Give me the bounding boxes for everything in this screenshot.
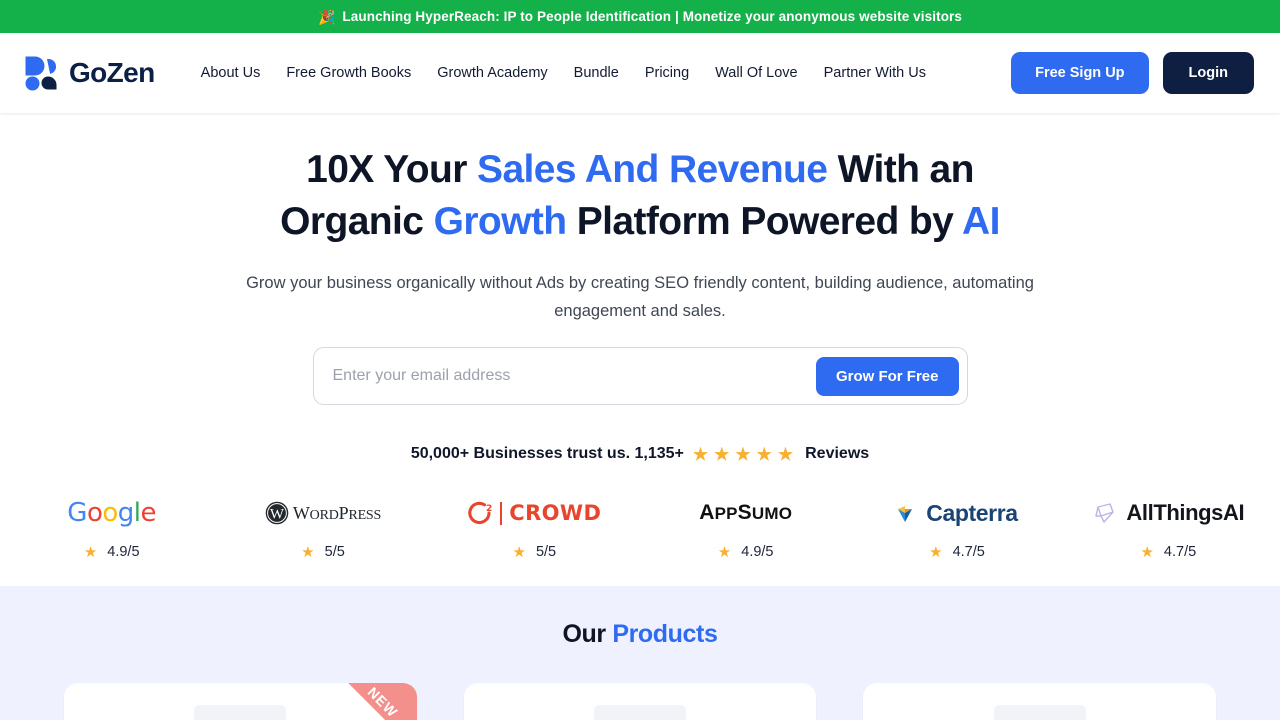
headline-seg: Platform Powered by [566,200,963,243]
product-card-logo-placeholder [993,705,1086,720]
star-icon: ★ [714,444,730,464]
product-card[interactable] [863,683,1216,720]
new-badge-ribbon: NEW [332,683,417,720]
nav-item-pricing[interactable]: Pricing [645,65,689,81]
star-icon: ★ [1140,543,1154,561]
review-cell-wordpress: W WORDPRESS ★ 5/5 [217,496,428,560]
main-nav: About Us Free Growth Books Growth Academ… [201,65,1011,81]
star-icon: ★ [777,444,794,464]
headline-line-2: Organic Growth Platform Powered by AI [0,196,1280,248]
trust-prefix: 50,000+ Businesses trust us. 1,135+ [410,445,684,462]
star-icon: ★ [83,543,98,561]
product-card-logo-placeholder [194,705,287,720]
party-popper-icon: 🎉 [317,8,336,25]
nav-item-partner-with-us[interactable]: Partner With Us [824,65,926,81]
capterra-logo-icon: Capterra [851,496,1062,530]
rating-value: 4.9/5 [107,544,140,560]
rating-google: ★ 4.9/5 [6,544,217,560]
trust-star-rating: ★ ★ ★ ★ ★ [693,446,793,463]
products-section: Our Products NEW [0,586,1280,720]
allthingsai-wordmark: AllThingsAI [1126,500,1245,525]
star-icon: ★ [717,543,732,561]
headline-seg-accent: AI [962,200,1000,243]
review-cell-capterra: Capterra ★ 4.7/5 [851,496,1062,560]
rating-value: 5/5 [324,544,345,560]
review-cell-appsumo: APPSUMO ★ 4.9/5 [640,496,851,560]
rating-capterra: ★ 4.7/5 [851,544,1062,560]
brand-name: GoZen [69,57,155,88]
allthingsai-logo-icon: AllThingsAI [1063,496,1274,530]
star-icon: ★ [929,543,943,561]
svg-text:W: W [270,507,285,523]
review-cell-allthingsai: AllThingsAI ★ 4.7/5 [1063,496,1274,560]
nav-item-wall-of-love[interactable]: Wall Of Love [715,65,797,81]
headline-seg: With an [827,148,975,191]
products-heading-accent: Products [612,620,718,648]
announcement-banner[interactable]: 🎉 Launching HyperReach: IP to People Ide… [0,0,1280,33]
nav-item-free-growth-books[interactable]: Free Growth Books [286,65,411,81]
hero-section: 10X Your Sales And Revenue With an Organ… [0,113,1280,560]
trust-suffix: Reviews [805,445,870,462]
review-cell-google: Google ★ 4.9/5 [6,496,217,560]
rating-appsumo: ★ 4.9/5 [640,544,851,560]
rating-wordpress: ★ 5/5 [217,544,428,560]
brand-logo[interactable]: GoZen [24,55,155,91]
rating-value: 5/5 [535,544,557,560]
review-cell-g2crowd: 2 CROWD ★ 5/5 [429,496,640,560]
nav-item-about-us[interactable]: About Us [201,65,261,81]
products-heading-plain: Our [562,620,613,648]
headline-seg: 10X Your [306,148,478,191]
product-card-grid: NEW [64,683,1216,720]
hero-subheadline: Grow your business organically without A… [246,274,1034,320]
product-card[interactable]: NEW [64,683,417,720]
grow-for-free-button[interactable]: Grow For Free [815,356,959,396]
free-sign-up-button[interactable]: Free Sign Up [1011,52,1149,94]
capterra-wordmark: Capterra [926,499,1018,526]
rating-value: 4.9/5 [741,544,774,560]
rating-value: 4.7/5 [1163,544,1197,560]
star-icon: ★ [692,444,709,464]
nav-item-bundle[interactable]: Bundle [574,65,619,81]
rating-allthingsai: ★ 4.7/5 [1063,544,1274,560]
review-platforms-strip: Google ★ 4.9/5 W WORDPRESS ★ 5/5 2 CROWD… [0,496,1280,560]
star-icon: ★ [756,444,772,464]
new-badge-label: NEW [364,683,401,720]
rating-value: 4.7/5 [952,544,985,560]
star-icon: ★ [512,543,526,561]
headline-seg-accent: Sales And Revenue [477,148,828,191]
page-title: 10X Your Sales And Revenue With an Organ… [0,144,1280,248]
header-actions: Free Sign Up Login [1011,52,1254,94]
nav-item-growth-academy[interactable]: Growth Academy [437,65,547,81]
announcement-text: Launching HyperReach: IP to People Ident… [342,9,963,24]
star-icon: ★ [735,444,751,464]
gozen-logo-mark-icon [24,55,60,91]
trust-line: 50,000+ Businesses trust us. 1,135+ ★ ★ … [0,445,1280,463]
product-card-logo-placeholder [593,705,686,720]
svg-text:2: 2 [486,504,492,514]
product-card[interactable] [463,683,817,720]
login-button[interactable]: Login [1162,52,1254,94]
email-signup-form: Grow For Free [312,347,968,405]
google-logo-icon: Google [67,498,157,528]
star-icon: ★ [301,543,315,561]
site-header: GoZen About Us Free Growth Books Growth … [0,33,1280,113]
products-heading: Our Products [0,620,1280,649]
rating-g2crowd: ★ 5/5 [429,544,640,560]
g2-crowd-wordmark: CROWD [509,501,602,525]
headline-seg: Organic [280,200,434,243]
g2-crowd-logo-icon: 2 CROWD [429,496,640,530]
wordpress-logo-icon: W WORDPRESS [217,496,428,530]
headline-seg-accent: Growth [433,200,567,243]
headline-line-1: 10X Your Sales And Revenue With an [0,144,1280,196]
appsumo-logo-icon: APPSUMO [699,501,793,524]
email-input[interactable] [332,348,816,404]
